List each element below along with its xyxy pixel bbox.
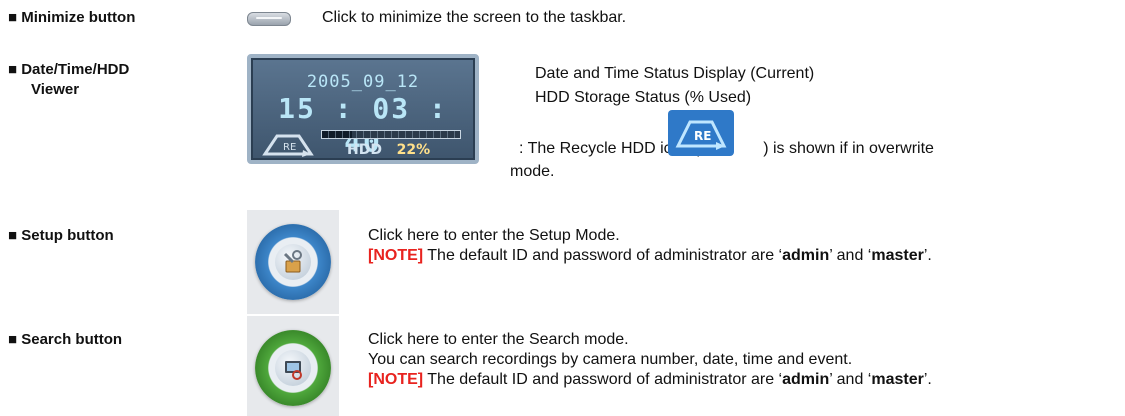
search-note: [NOTE] The default ID and password of ad… [368, 370, 932, 390]
setup-note-pw: master [871, 247, 924, 264]
setup-label: ■ Setup button [8, 227, 114, 244]
hdd-percent: 22 [396, 142, 417, 158]
date-time-hdd-viewer: 2005_09_12 15 : 03 : 40 HDD 22% RE [247, 54, 479, 164]
viewer-label-line2: Viewer [31, 81, 80, 98]
hdd-usage-bar [321, 130, 461, 139]
search-button[interactable] [247, 316, 339, 416]
viewer-label-line1: ■ Date/Time/HDD [8, 61, 130, 78]
setup-note-id: admin [782, 247, 830, 264]
setup-note: [NOTE] The default ID and password of ad… [368, 246, 932, 266]
recycle-suffix: ) is shown if in overwrite [763, 140, 934, 157]
setup-desc-line1: Click here to enter the Setup Mode. [368, 227, 620, 244]
search-note-text-b: ’ and ‘ [829, 371, 872, 388]
hdd-label: HDD [347, 142, 382, 158]
viewer-desc-line2: HDD Storage Status (% Used) [535, 89, 752, 106]
hdd-percent-sign: % [416, 142, 431, 158]
recycle-icon-inline: RE [668, 110, 734, 156]
setup-tools-icon [275, 244, 311, 280]
search-note-id: admin [782, 371, 830, 388]
setup-note-tag: [NOTE] [368, 247, 424, 264]
setup-note-text-b: ’ and ‘ [829, 247, 872, 264]
search-label: ■ Search button [8, 331, 123, 348]
minimize-label: ■ Minimize button [8, 9, 136, 26]
viewer-label: ■ Date/Time/HDD Viewer [8, 60, 129, 100]
setup-note-text-a: The default ID and password of administr… [423, 247, 783, 264]
search-note-text-a: The default ID and password of administr… [423, 371, 783, 388]
search-desc-line2: You can search recordings by camera numb… [368, 351, 853, 368]
hdd-readout: HDD 22% [347, 142, 430, 158]
minimize-pill-icon[interactable] [247, 12, 291, 26]
search-note-pw: master [871, 371, 924, 388]
minimize-desc: Click to minimize the screen to the task… [322, 9, 627, 26]
panel-recycle-badge: RE [283, 142, 296, 153]
recycle-desc-line2: mode. [510, 163, 555, 180]
panel-date: 2005_09_12 [306, 72, 420, 92]
search-camera-icon [275, 350, 311, 386]
search-desc-line1: Click here to enter the Search mode. [368, 331, 629, 348]
recycle-hdd-icon: RE [262, 134, 314, 157]
setup-note-text-c: ’. [923, 247, 932, 264]
viewer-desc-line1: Date and Time Status Display (Current) [535, 65, 815, 82]
setup-button[interactable] [247, 210, 339, 314]
recycle-inline-badge: RE [694, 129, 711, 143]
search-note-tag: [NOTE] [368, 371, 424, 388]
search-note-text-c: ’. [923, 371, 932, 388]
